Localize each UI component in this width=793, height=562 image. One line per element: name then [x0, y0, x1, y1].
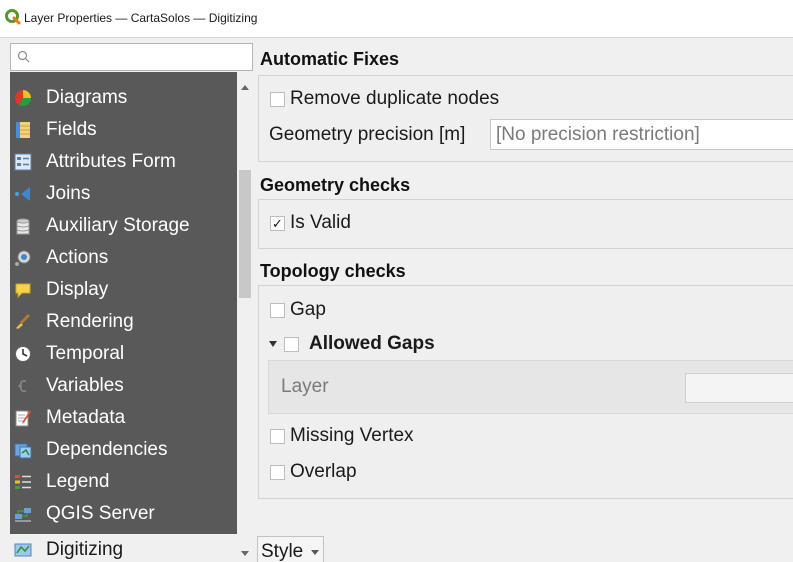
scroll-up-arrow-icon[interactable] [240, 83, 250, 91]
sidebar-item-fields[interactable]: Fields [10, 114, 237, 146]
sidebar-item-attributes-form[interactable]: Attributes Form [10, 146, 237, 178]
layer-label: Layer [281, 376, 329, 397]
sidebar-item-dependencies[interactable]: Dependencies [10, 434, 237, 466]
sidebar-item-legend[interactable]: Legend [10, 466, 237, 498]
scrollbar-thumb[interactable] [239, 170, 251, 298]
sidebar-list: Diagrams Fields Attributes Form Joins Au… [10, 72, 237, 562]
geometry-precision-input[interactable]: [No precision restriction] [490, 119, 793, 150]
sidebar-item-diagrams[interactable]: Diagrams [10, 82, 237, 114]
missing-vertex-label: Missing Vertex [290, 425, 414, 446]
sidebar-item-variables[interactable]: Variables [10, 370, 237, 402]
sidebar-scrollbar[interactable] [237, 72, 253, 562]
allowed-gaps-label: Allowed Gaps [309, 333, 435, 354]
sidebar-item-auxiliary-storage[interactable]: Auxiliary Storage [10, 210, 237, 242]
sidebar-item-qgis-server[interactable]: QGIS Server [10, 498, 237, 530]
metadata-icon [15, 410, 31, 427]
search-input[interactable] [10, 43, 253, 71]
sidebar-item-display[interactable]: Display [10, 274, 237, 306]
window-titlebar: Layer Properties — CartaSolos — Digitizi… [0, 0, 793, 38]
chevron-down-icon [311, 550, 319, 555]
rendering-icon [16, 313, 31, 329]
layer-combobox[interactable] [685, 373, 793, 403]
is-valid-label: Is Valid [290, 212, 351, 233]
legend-icon [15, 475, 31, 489]
joins-icon [15, 187, 30, 201]
geometry-precision-label: Geometry precision [m] [269, 124, 466, 145]
overlap-label: Overlap [290, 461, 357, 482]
window-title: Layer Properties — CartaSolos — Digitizi… [24, 11, 258, 25]
digitizing-icon [14, 543, 32, 557]
attributes-form-icon [14, 153, 32, 171]
allowed-gaps-checkbox[interactable] [284, 337, 299, 352]
search-icon [17, 50, 30, 63]
geometry-checks-heading: Geometry checks [260, 175, 411, 195]
sidebar-item-metadata[interactable]: Metadata [10, 402, 237, 434]
auxiliary-storage-icon [16, 218, 30, 235]
allowed-gaps-panel: Layer [268, 360, 793, 414]
style-dropdown-button[interactable]: Style [257, 536, 324, 562]
topology-checks-heading: Topology checks [260, 261, 406, 281]
display-icon [15, 283, 31, 299]
sidebar-item-rendering[interactable]: Rendering [10, 306, 237, 338]
fields-icon [16, 122, 30, 138]
automatic-fixes-heading: Automatic Fixes [260, 49, 400, 69]
overlap-checkbox[interactable] [270, 465, 285, 480]
missing-vertex-checkbox[interactable] [270, 429, 285, 444]
actions-icon [15, 250, 31, 266]
variables-icon [18, 380, 27, 392]
collapse-arrow-icon[interactable] [269, 341, 277, 347]
is-valid-checkbox[interactable]: ✓ [270, 216, 285, 231]
dependencies-icon [14, 443, 32, 459]
qgis-server-icon [15, 508, 31, 522]
remove-duplicate-nodes-checkbox[interactable] [270, 92, 285, 107]
gap-label: Gap [290, 299, 326, 320]
temporal-icon [15, 346, 31, 362]
diagrams-icon [14, 89, 32, 107]
scroll-down-arrow-icon[interactable] [240, 550, 250, 558]
sidebar-item-temporal[interactable]: Temporal [10, 338, 237, 370]
gap-checkbox[interactable] [270, 303, 285, 318]
remove-duplicate-nodes-label: Remove duplicate nodes [290, 88, 500, 109]
sidebar-item-joins[interactable]: Joins [10, 178, 237, 210]
qgis-logo-icon [5, 9, 21, 25]
sidebar-item-digitizing[interactable]: Digitizing [10, 534, 237, 562]
sidebar-item-actions[interactable]: Actions [10, 242, 237, 274]
